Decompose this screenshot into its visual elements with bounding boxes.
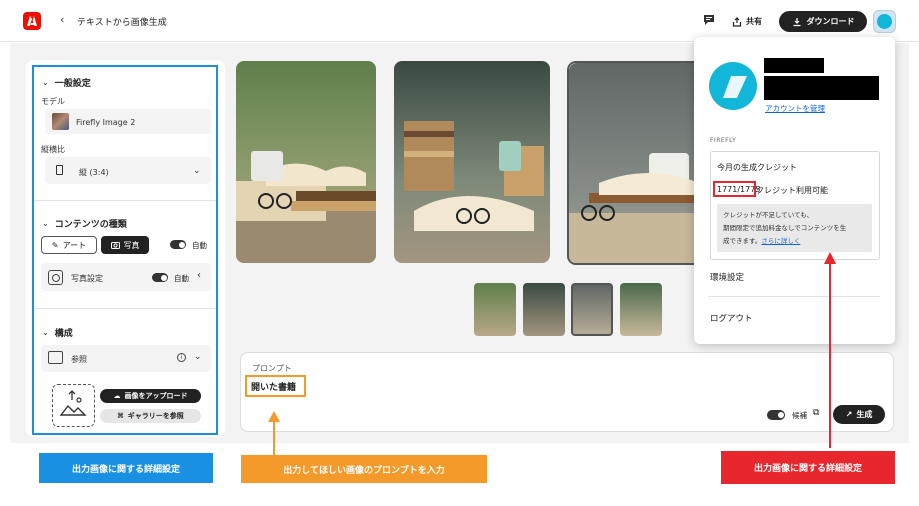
generate-icon: ↗ [845,410,853,419]
prompt-arrow [268,411,280,458]
profile-avatar [709,62,757,110]
download-icon [793,17,800,26]
generated-image-1[interactable] [236,61,376,263]
right-annotation-label: 出力画像に関する詳細設定 [721,451,895,484]
credit-highlight-box [713,181,756,197]
generated-image-2[interactable] [394,61,550,263]
prompt-highlight-box [245,375,306,397]
thumbnail-4[interactable] [620,283,662,336]
credit-arrow [824,252,836,448]
settings-highlight-box [32,65,218,435]
prompt-label: プロンプト [252,364,292,373]
credit-note-line3: 成できます。 [723,237,762,245]
thumbnail-2[interactable] [523,283,565,336]
share-icon [732,16,742,27]
feedback-icon[interactable] [703,14,715,26]
credit-note-line1: クレジットが不足していても、 [723,211,814,219]
credit-title: 今月の生成クレジット [717,163,797,172]
redacted-email [764,76,879,100]
page-title: テキストから画像生成 [77,18,167,28]
firefly-section-label: FIREFLY [710,137,737,144]
manage-account-link[interactable]: アカウントを管理 [765,103,825,114]
credit-note-line2: 期間限定で追加料金なしでコンテンツを生 [723,224,847,232]
share-label: 共有 [746,17,762,26]
avatar[interactable] [873,10,896,33]
share-button[interactable]: 共有 [722,11,772,32]
generate-label: 生成 [856,410,873,419]
candidates-label: 候補 [792,411,807,420]
learn-more-link[interactable]: さらに詳しく [761,237,800,245]
logout-menu-item[interactable]: ログアウト [710,312,753,324]
credit-suffix: クレジット利用可能 [756,186,828,195]
top-bar: ‹ テキストから画像生成 共有 ダウンロード [0,0,919,42]
preferences-menu-item[interactable]: 環境設定 [710,271,744,283]
left-annotation-label: 出力画像に関する詳細設定 [39,453,213,483]
thumbnail-3[interactable] [571,283,613,336]
download-button[interactable]: ダウンロード [779,11,867,32]
download-label: ダウンロード [806,17,855,26]
candidates-toggle[interactable] [767,410,785,420]
credit-note: クレジットが不足していても、 期間限定で追加料金なしでコンテンツを生 成できます… [717,204,872,252]
thumbnail-1[interactable] [474,283,516,336]
generate-button[interactable]: ↗ 生成 [833,405,885,424]
redacted-name [764,58,824,73]
adobe-logo-icon[interactable] [23,12,41,30]
divider [708,296,880,297]
chevron-left-icon[interactable]: ‹ [60,13,64,26]
style-reference-icon[interactable]: ⧉ [813,408,819,418]
prompt-annotation-label: 出力してほしい画像のプロンプトを入力 [241,455,487,483]
